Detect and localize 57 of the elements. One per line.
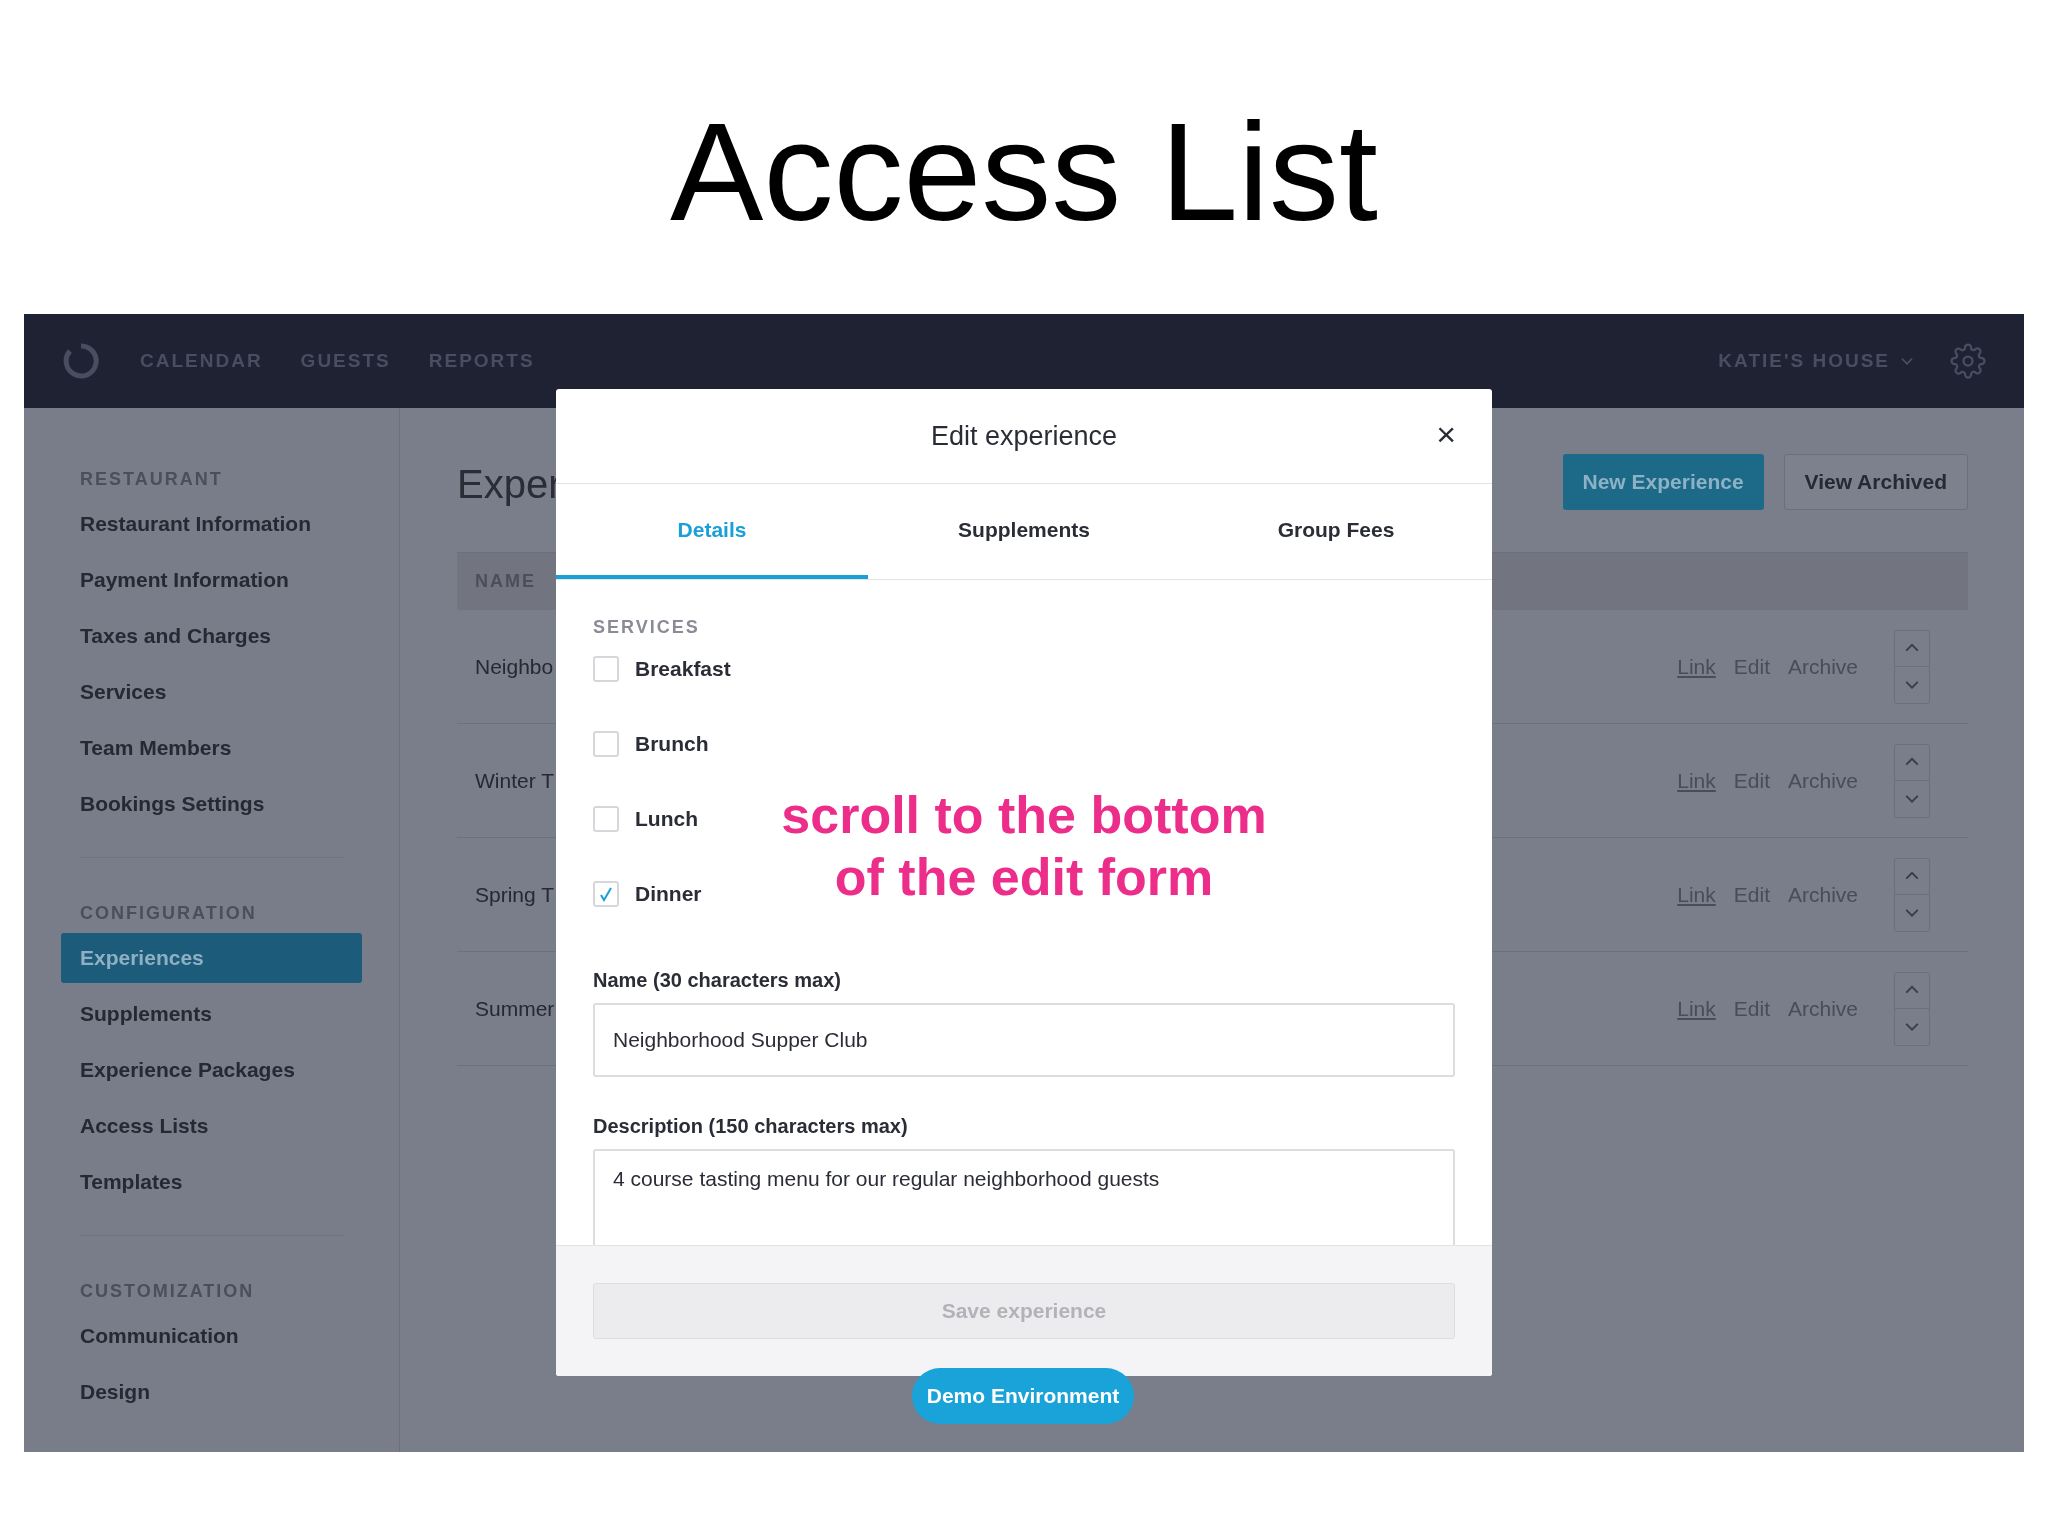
table-cell-text: Winter T — [475, 767, 554, 794]
tab[interactable]: Details — [556, 484, 868, 579]
field-label: Description (150 characters max) — [593, 1114, 909, 1139]
checkbox[interactable] — [593, 880, 619, 907]
sidebar-item[interactable]: Supplements — [61, 989, 362, 1039]
annotation-text: scroll to the bottom — [781, 785, 1267, 846]
table-cell-text: Spring T — [475, 881, 554, 908]
sidebar-item[interactable]: Communication — [61, 1311, 362, 1361]
sidebar-item[interactable]: Taxes and Charges — [61, 611, 362, 661]
demo-environment-badge: Demo Environment — [912, 1368, 1134, 1424]
new-experience-button[interactable]: New Experience — [1562, 454, 1764, 510]
chevron-down-icon — [1904, 1021, 1920, 1032]
field-label: Name (30 characters max) — [593, 968, 842, 993]
section-heading: SERVICES — [593, 616, 701, 639]
chevron-up-icon — [1904, 871, 1920, 882]
chevron-down-icon — [1900, 356, 1914, 366]
checkbox[interactable] — [593, 655, 619, 682]
reorder-control[interactable] — [1894, 629, 1930, 704]
annotation-text: of the edit form — [834, 847, 1214, 908]
sidebar-item[interactable]: Templates — [61, 1157, 362, 1207]
tab[interactable]: Group Fees — [1180, 484, 1492, 579]
sidebar-item[interactable]: Services — [61, 667, 362, 717]
chevron-down-icon — [1904, 679, 1920, 690]
reorder-control[interactable] — [1894, 743, 1930, 818]
logo-icon — [62, 342, 100, 380]
dialog-title: Edit experience — [930, 419, 1118, 453]
sidebar-item[interactable]: Access Lists — [61, 1101, 362, 1151]
reorder-control[interactable] — [1894, 971, 1930, 1046]
tab[interactable]: Supplements — [868, 484, 1180, 579]
checkbox-label: Dinner — [635, 880, 702, 907]
slide-title: Access List — [670, 102, 1378, 242]
chevron-up-icon — [1904, 643, 1920, 654]
sidebar-item[interactable]: Payment Information — [61, 555, 362, 605]
settings-icon[interactable] — [1950, 343, 1986, 379]
checkbox[interactable] — [593, 730, 619, 757]
sidebar-item[interactable]: Experience Packages — [61, 1045, 362, 1095]
sidebar-item[interactable]: Restaurant Information — [61, 499, 362, 549]
sidebar-item[interactable]: Experiences — [61, 933, 362, 983]
chevron-down-icon — [1904, 793, 1920, 804]
description-field[interactable]: 4 course tasting menu for our regular neighborhood guests — [593, 1149, 1455, 1245]
table-cell-text: Neighbo — [475, 653, 554, 680]
check-icon — [599, 885, 613, 902]
chevron-up-icon — [1904, 985, 1920, 996]
sidebar-item[interactable]: Team Members — [61, 723, 362, 773]
sidebar-item[interactable]: Bookings Settings — [61, 779, 362, 829]
reorder-control[interactable] — [1894, 857, 1930, 932]
close-button[interactable]: × — [1436, 417, 1456, 451]
checkbox-label: Lunch — [635, 805, 698, 832]
chevron-up-icon — [1904, 757, 1920, 768]
checkbox-label: Breakfast — [635, 655, 731, 682]
view-archived-button[interactable]: View Archived — [1783, 454, 1968, 510]
chevron-down-icon — [1904, 907, 1920, 918]
table-cell-text: Summer — [475, 995, 555, 1022]
checkbox-label: Brunch — [635, 730, 709, 757]
sidebar-item[interactable]: Design — [61, 1367, 362, 1417]
name-field[interactable]: Neighborhood Supper Club — [593, 1003, 1455, 1077]
checkbox[interactable] — [593, 805, 619, 832]
